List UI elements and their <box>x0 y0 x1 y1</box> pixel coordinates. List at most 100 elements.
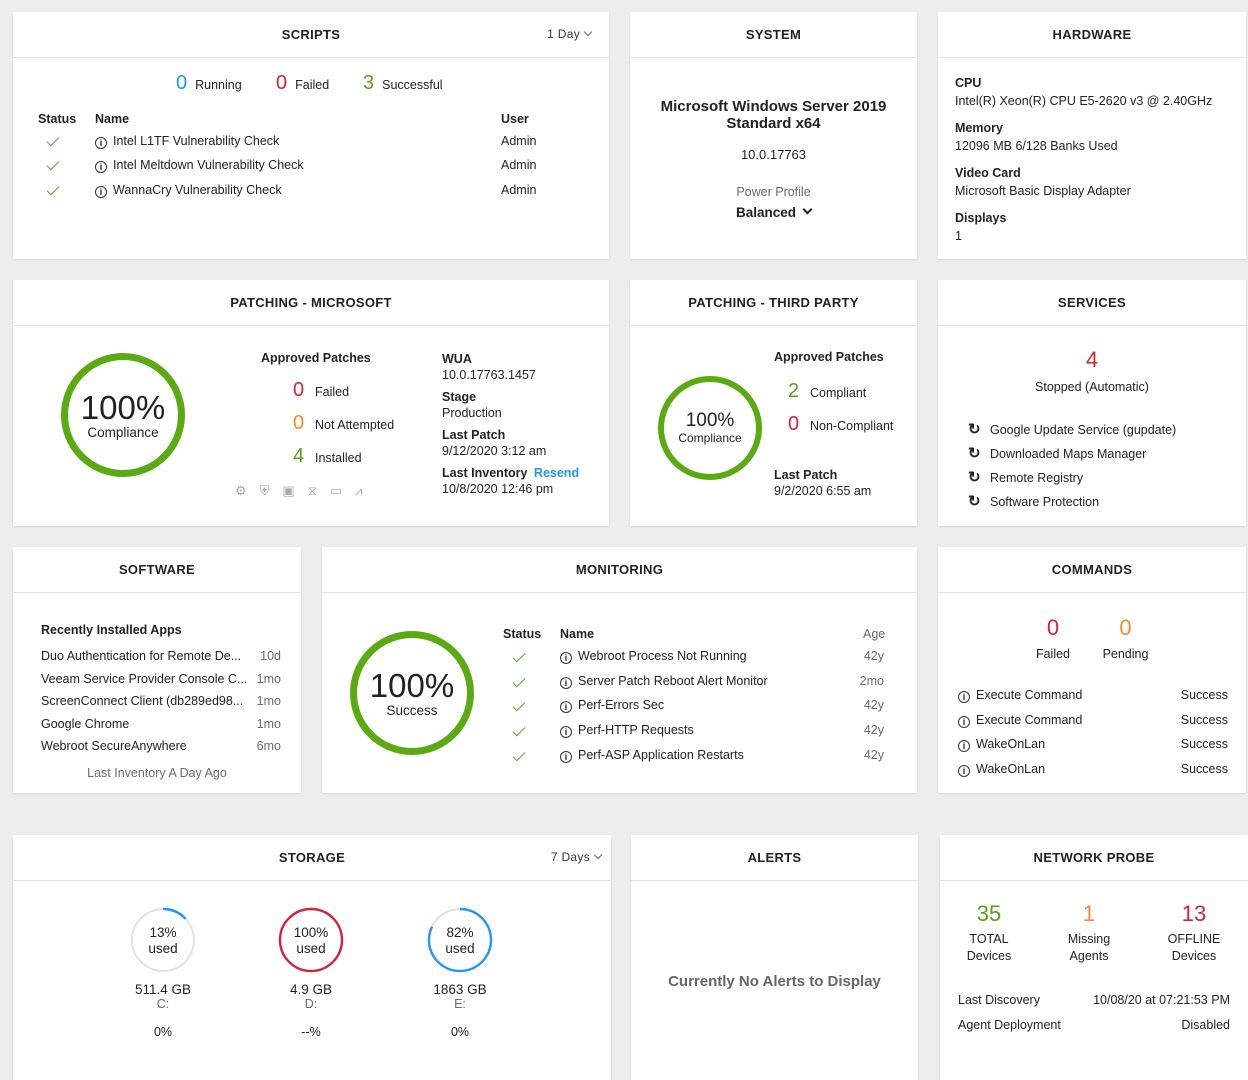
command-row[interactable]: Execute CommandSuccess <box>958 683 1228 708</box>
monitor-age: 42y <box>863 698 884 712</box>
services-card: SERVICES 4 Stopped (Automatic) ↻ Google U… <box>938 280 1246 526</box>
network-missing-stat[interactable]: 1 Missing Agents <box>1054 901 1124 965</box>
app-row[interactable]: ScreenConnect Client (db289ed98... 1mo <box>41 690 281 713</box>
monitoring-col-status[interactable]: Status <box>503 627 541 641</box>
network-total-stat[interactable]: 35 TOTAL Devices <box>954 901 1024 965</box>
calendar-icon[interactable]: ▭ <box>330 483 342 499</box>
services-header: SERVICES <box>938 280 1246 326</box>
puzzle-icon[interactable]: ⚙ <box>235 483 247 499</box>
scripts-col-name[interactable]: Name <box>95 112 129 126</box>
displays-label: Displays <box>955 211 1007 225</box>
storage-range-dropdown[interactable]: 7 Days <box>551 850 603 864</box>
chart-icon[interactable]: ⩘ <box>355 483 362 499</box>
monitor-row[interactable]: Perf-ASP Application Restarts <box>560 748 744 763</box>
app-row[interactable]: Google Chrome 1mo <box>41 713 281 736</box>
restart-icon[interactable]: ↻ <box>968 466 990 489</box>
agent-deployment-label: Agent Deployment <box>958 1018 1061 1032</box>
info-icon <box>95 161 107 173</box>
check-icon <box>512 748 526 762</box>
commands-header: COMMANDS <box>938 547 1246 593</box>
scripts-col-user[interactable]: User <box>501 112 529 126</box>
scripts-range-dropdown[interactable]: 1 Day <box>547 27 593 41</box>
commands-list: Execute CommandSuccess Execute CommandSu… <box>958 683 1228 782</box>
commands-pending-stat[interactable]: 0 Pending <box>1098 615 1153 661</box>
service-item[interactable]: ↻ Remote Registry <box>968 466 1176 490</box>
patching-third-party-title: PATCHING - THIRD PARTY <box>688 295 859 310</box>
info-icon <box>560 726 572 738</box>
restart-icon[interactable]: ↻ <box>968 442 990 465</box>
save-icon[interactable]: ▣ <box>282 483 294 499</box>
wua-label: WUA <box>442 352 472 366</box>
monitor-row[interactable]: Server Patch Reboot Alert Monitor <box>560 674 768 689</box>
restart-icon[interactable]: ↻ <box>968 418 990 441</box>
hourglass-icon[interactable]: ⧖ <box>308 483 317 499</box>
chevron-down-icon <box>583 27 593 37</box>
wua-value: 10.0.17763.1457 <box>442 368 536 382</box>
drive-d[interactable]: 100% used 4.9 GB D: --% <box>261 907 361 1039</box>
scripts-col-status[interactable]: Status <box>38 112 76 126</box>
hardware-card: HARDWARE CPU Intel(R) Xeon(R) CPU E5-262… <box>938 12 1246 259</box>
ms-approved-label: Approved Patches <box>261 351 371 365</box>
command-row[interactable]: Execute CommandSuccess <box>958 708 1228 733</box>
service-item[interactable]: ↻ Software Protection <box>968 490 1176 514</box>
stage-label: Stage <box>442 390 477 404</box>
monitoring-col-name[interactable]: Name <box>560 627 594 641</box>
ms-not-attempted-stat[interactable]: 0 Not Attempted <box>293 412 394 435</box>
script-user: Admin <box>501 134 537 148</box>
info-icon <box>560 751 572 763</box>
services-list: ↻ Google Update Service (gupdate) ↻ Downlo… <box>968 418 1176 514</box>
service-item[interactable]: ↻ Downloaded Maps Manager <box>968 442 1176 466</box>
shield-icon[interactable]: ⛨ <box>260 483 270 499</box>
network-offline-stat[interactable]: 13 OFFLINE Devices <box>1159 901 1229 965</box>
video-value: Microsoft Basic Display Adapter <box>955 184 1131 198</box>
monitoring-col-age[interactable]: Age <box>863 627 885 641</box>
patching-microsoft-title: PATCHING - MICROSOFT <box>230 295 392 310</box>
check-icon <box>46 182 60 196</box>
services-stopped-label: Stopped (Automatic) <box>1035 380 1149 394</box>
services-stopped-count[interactable]: 4 <box>938 347 1246 373</box>
command-row[interactable]: WakeOnLanSuccess <box>958 757 1228 782</box>
commands-failed-stat[interactable]: 0 Failed <box>1033 615 1073 661</box>
ms-compliance-ring[interactable]: 100% Compliance <box>61 353 185 477</box>
system-card: SYSTEM Microsoft Windows Server 2019 Sta… <box>630 12 917 259</box>
info-icon <box>958 691 970 703</box>
monitor-row[interactable]: Perf-Errors Sec <box>560 698 664 713</box>
tp-noncompliant-stat[interactable]: 0 Non-Compliant <box>788 413 893 436</box>
ms-installed-stat[interactable]: 4 Installed <box>293 445 362 468</box>
resend-link[interactable]: Resend <box>534 466 579 480</box>
info-icon <box>958 765 970 778</box>
info-icon <box>560 652 572 664</box>
software-header: SOFTWARE <box>13 547 301 593</box>
service-item[interactable]: ↻ Google Update Service (gupdate) <box>968 418 1176 442</box>
info-icon <box>560 701 572 713</box>
scripts-running-stat[interactable]: 0 Running <box>176 72 242 95</box>
os-version: 10.0.17763 <box>740 147 807 162</box>
drive-e[interactable]: 82% used 1863 GB E: 0% <box>410 907 510 1039</box>
command-row[interactable]: WakeOnLanSuccess <box>958 732 1228 757</box>
apps-list: Duo Authentication for Remote De... 10d V… <box>41 645 281 758</box>
restart-icon[interactable]: ↻ <box>968 490 990 513</box>
power-profile-label: Power Profile <box>736 185 811 199</box>
tp-compliant-stat[interactable]: 2 Compliant <box>788 380 866 403</box>
monitoring-success-ring[interactable]: 100% Success <box>350 631 474 755</box>
monitor-row[interactable]: Perf-HTTP Requests <box>560 723 694 738</box>
monitoring-title: MONITORING <box>575 562 664 577</box>
scripts-failed-stat[interactable]: 0 Failed <box>276 72 329 95</box>
ms-failed-stat[interactable]: 0 Failed <box>293 379 349 402</box>
memory-value: 12096 MB 6/128 Banks Used <box>955 139 1118 153</box>
app-row[interactable]: Veeam Service Provider Console C... 1mo <box>41 668 281 691</box>
scripts-success-stat[interactable]: 3 Successful <box>363 72 443 95</box>
monitor-row[interactable]: Webroot Process Not Running <box>560 649 747 664</box>
script-row[interactable]: Intel Meltdown Vulnerability Check <box>95 158 304 173</box>
drive-c[interactable]: 13% used 511.4 GB C: 0% <box>113 907 213 1039</box>
ms-patch-icons: ⚙ ⛨ ▣ ⧖ ▭ ⩘ <box>235 483 363 499</box>
app-row[interactable]: Duo Authentication for Remote De... 10d <box>41 645 281 668</box>
power-profile-dropdown[interactable]: Balanced <box>630 204 917 220</box>
script-row[interactable]: WannaCry Vulnerability Check <box>95 183 282 198</box>
patching-microsoft-card: PATCHING - MICROSOFT 100% Compliance App… <box>13 280 609 526</box>
app-row[interactable]: Webroot SecureAnywhere 6mo <box>41 735 281 758</box>
tp-compliance-ring[interactable]: 100% Compliance <box>658 376 762 480</box>
network-probe-title: NETWORK PROBE <box>1033 850 1155 865</box>
script-row[interactable]: Intel L1TF Vulnerability Check <box>95 134 279 149</box>
check-icon <box>46 157 60 171</box>
